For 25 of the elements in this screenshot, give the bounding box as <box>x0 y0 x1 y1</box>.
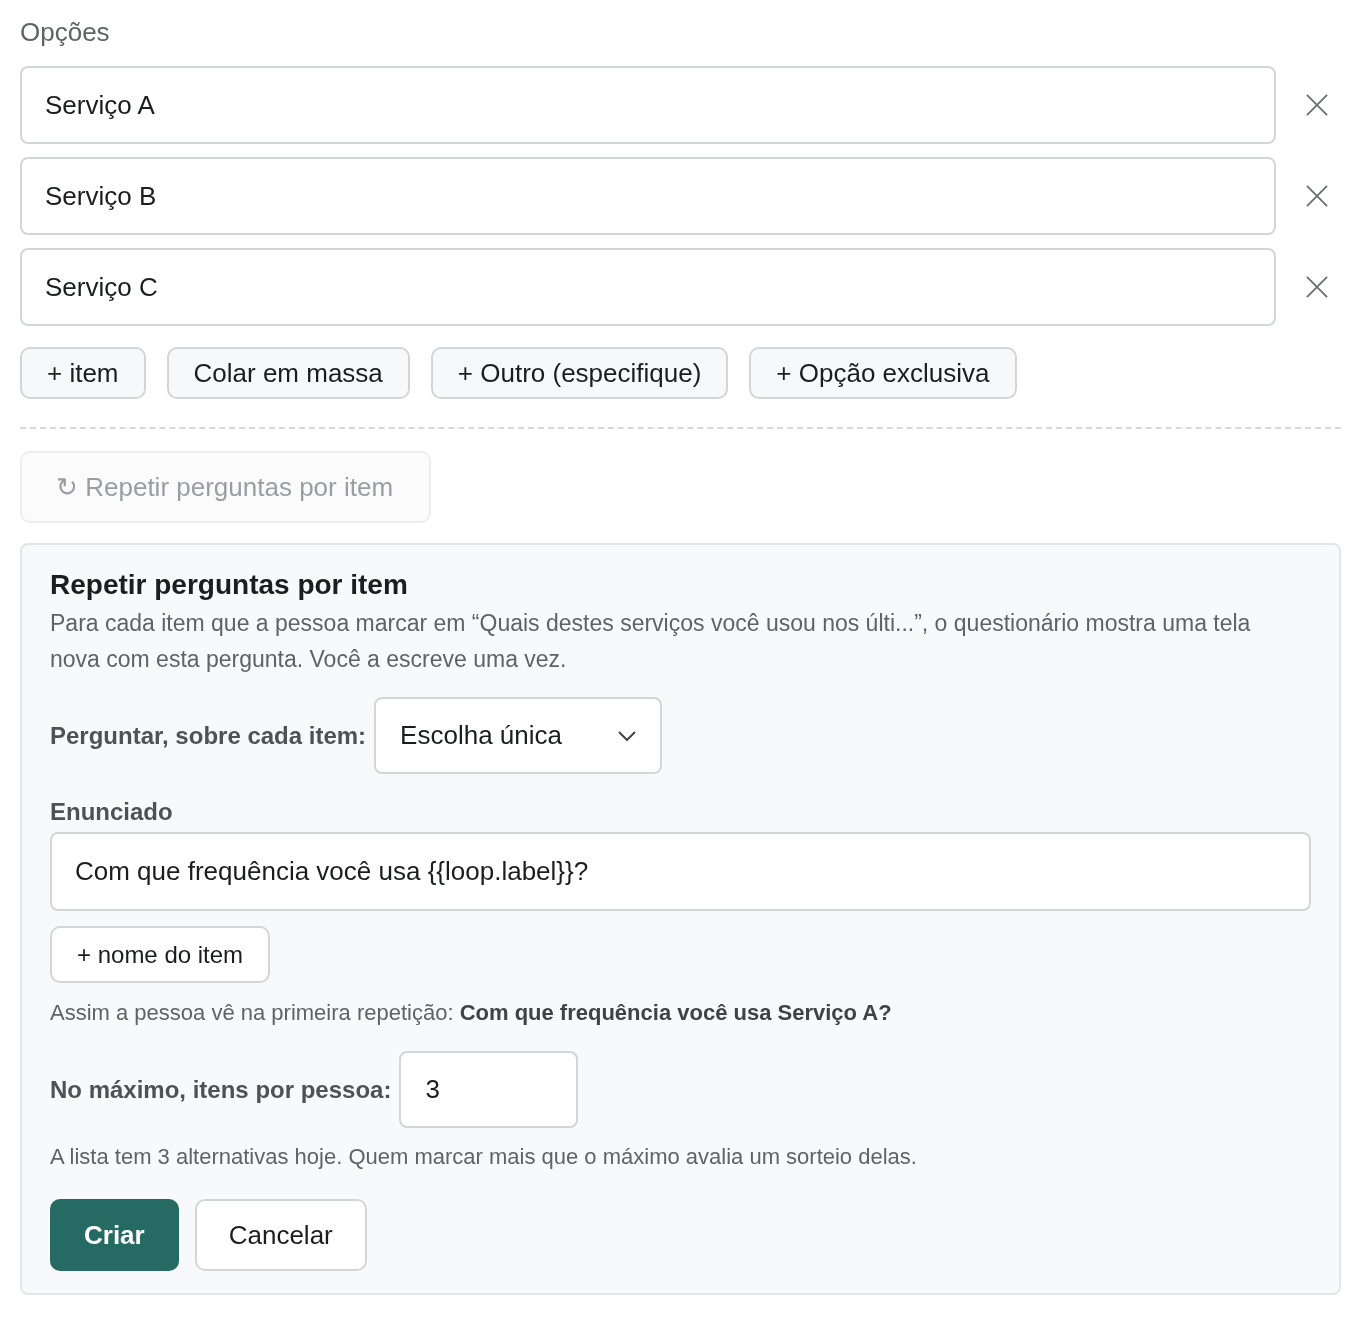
section-title: Opções <box>20 16 111 49</box>
close-icon[interactable] <box>1306 276 1328 298</box>
cancel-button[interactable]: Cancelar <box>194 1199 367 1271</box>
add-option-button[interactable]: + Opção exclusiva <box>749 347 1017 399</box>
panel-title: Repetir perguntas por item <box>50 568 409 602</box>
question-type-dropdown[interactable]: Escolha única <box>374 697 663 774</box>
close-icon[interactable] <box>1306 185 1328 207</box>
add-option-button[interactable]: + item <box>20 347 146 399</box>
preview-text: Assim a pessoa vê na primeira repetição: Com que frequência você usa Serviço A? <box>50 999 893 1027</box>
statement-input[interactable]: Com que frequência você usa {{loop.label}}? <box>50 832 1311 911</box>
field-label: Enunciado <box>50 798 173 826</box>
add-option-button[interactable]: Colar em massa <box>166 347 410 399</box>
insert-item-name-button[interactable]: + nome do item <box>50 926 271 983</box>
option-input[interactable]: Serviço B <box>20 157 1276 235</box>
help-text: A lista tem 3 alternativas hoje. Quem marcar mais que o máximo avalia um sorteio delas. <box>50 1143 918 1171</box>
option-input[interactable]: Serviço A <box>20 66 1276 144</box>
panel-description: Para cada item que a pessoa marcar em “Quais destes serviços você usou nos últi...”, o questionário mostra uma tela nova com esta pergunta. Você a escreve uma vez. <box>50 609 1252 674</box>
add-option-button[interactable]: + Outro (especifique) <box>430 347 729 399</box>
create-button[interactable]: Criar <box>50 1199 179 1271</box>
chevron-down-icon <box>618 730 637 741</box>
max-items-input[interactable]: 3 <box>399 1051 579 1128</box>
field-label: Perguntar, sobre cada item: <box>50 721 367 750</box>
close-icon[interactable] <box>1306 94 1328 116</box>
option-input[interactable]: Serviço C <box>20 248 1276 326</box>
field-label: No máximo, itens por pessoa: <box>50 1075 392 1104</box>
